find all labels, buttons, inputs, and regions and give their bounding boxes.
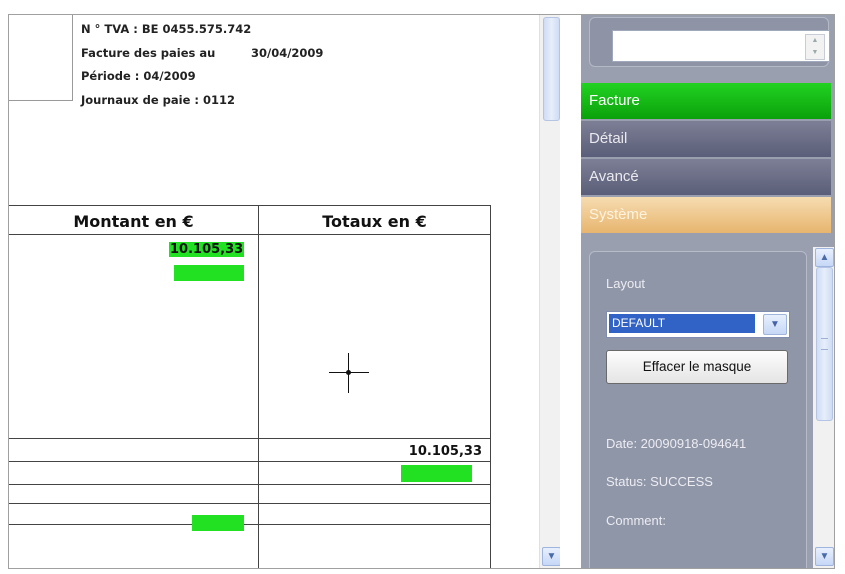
invoice-label: Facture des paies au — [81, 46, 216, 60]
panel-gap — [560, 15, 581, 568]
table-divider — [9, 484, 491, 485]
scroll-down-icon[interactable]: ▼ — [542, 547, 561, 566]
nav-facture[interactable]: Facture — [581, 83, 831, 119]
scrollbar-thumb[interactable] — [816, 267, 833, 421]
highlight-marker — [174, 265, 244, 281]
document-logo-box — [9, 15, 73, 101]
nav-avance[interactable]: Avancé — [581, 159, 831, 195]
document-view[interactable]: N ° TVA : BE 0455.575.742 Facture des pa… — [9, 15, 539, 568]
panel-scrollbar[interactable]: ▲ ▼ — [813, 247, 834, 568]
status-text: Status: SUCCESS — [606, 474, 713, 489]
search-group: ▲ ▼ — [589, 17, 830, 67]
table-divider — [258, 206, 259, 568]
period: Période : 04/2009 — [81, 69, 196, 83]
side-panel: ▲ ▼ Facture Détail Avancé Système Layout … — [581, 15, 834, 568]
journal-number: Journaux de paie : 0112 — [81, 93, 235, 107]
column-header-amount: Montant en € — [73, 212, 194, 231]
app-frame: N ° TVA : BE 0455.575.742 Facture des pa… — [8, 14, 835, 569]
comment-text: Comment: — [606, 513, 666, 528]
nav-detail[interactable]: Détail — [581, 121, 831, 157]
total-value: 10.105,33 — [408, 444, 482, 459]
scroll-down-icon[interactable]: ▼ — [815, 547, 834, 566]
table-divider — [9, 524, 491, 525]
scrollbar-thumb[interactable] — [543, 17, 560, 121]
invoice-line: Facture des paies au 30/04/2009 — [81, 46, 323, 60]
clear-mask-button[interactable]: Effacer le masque — [606, 350, 788, 384]
spinner-icon[interactable]: ▲ ▼ — [805, 34, 825, 60]
search-input[interactable]: ▲ ▼ — [612, 30, 830, 62]
table-divider — [9, 438, 491, 439]
chevron-down-icon[interactable]: ▼ — [763, 314, 787, 335]
column-header-totals: Totaux en € — [322, 212, 427, 231]
amount-value: 10.105,33 — [169, 242, 245, 257]
layout-selected-value[interactable]: DEFAULT — [609, 314, 755, 333]
document-scrollbar[interactable]: ▼ — [539, 15, 561, 568]
layout-select[interactable]: DEFAULT ▼ — [606, 311, 790, 338]
amounts-table: Montant en € Totaux en € — [9, 205, 491, 568]
table-divider — [9, 461, 491, 462]
table-divider — [9, 503, 491, 504]
invoice-date: 30/04/2009 — [251, 46, 324, 60]
crosshair-cursor-icon — [329, 353, 369, 393]
scroll-up-icon[interactable]: ▲ — [815, 248, 834, 267]
grip-icon — [821, 338, 828, 350]
highlight-marker — [192, 515, 244, 531]
date-text: Date: 20090918-094641 — [606, 436, 747, 451]
vat-number: N ° TVA : BE 0455.575.742 — [81, 22, 252, 36]
table-divider — [9, 234, 491, 235]
nav-systeme[interactable]: Système — [581, 197, 831, 233]
layout-label: Layout — [606, 276, 646, 291]
highlight-marker — [401, 465, 472, 482]
